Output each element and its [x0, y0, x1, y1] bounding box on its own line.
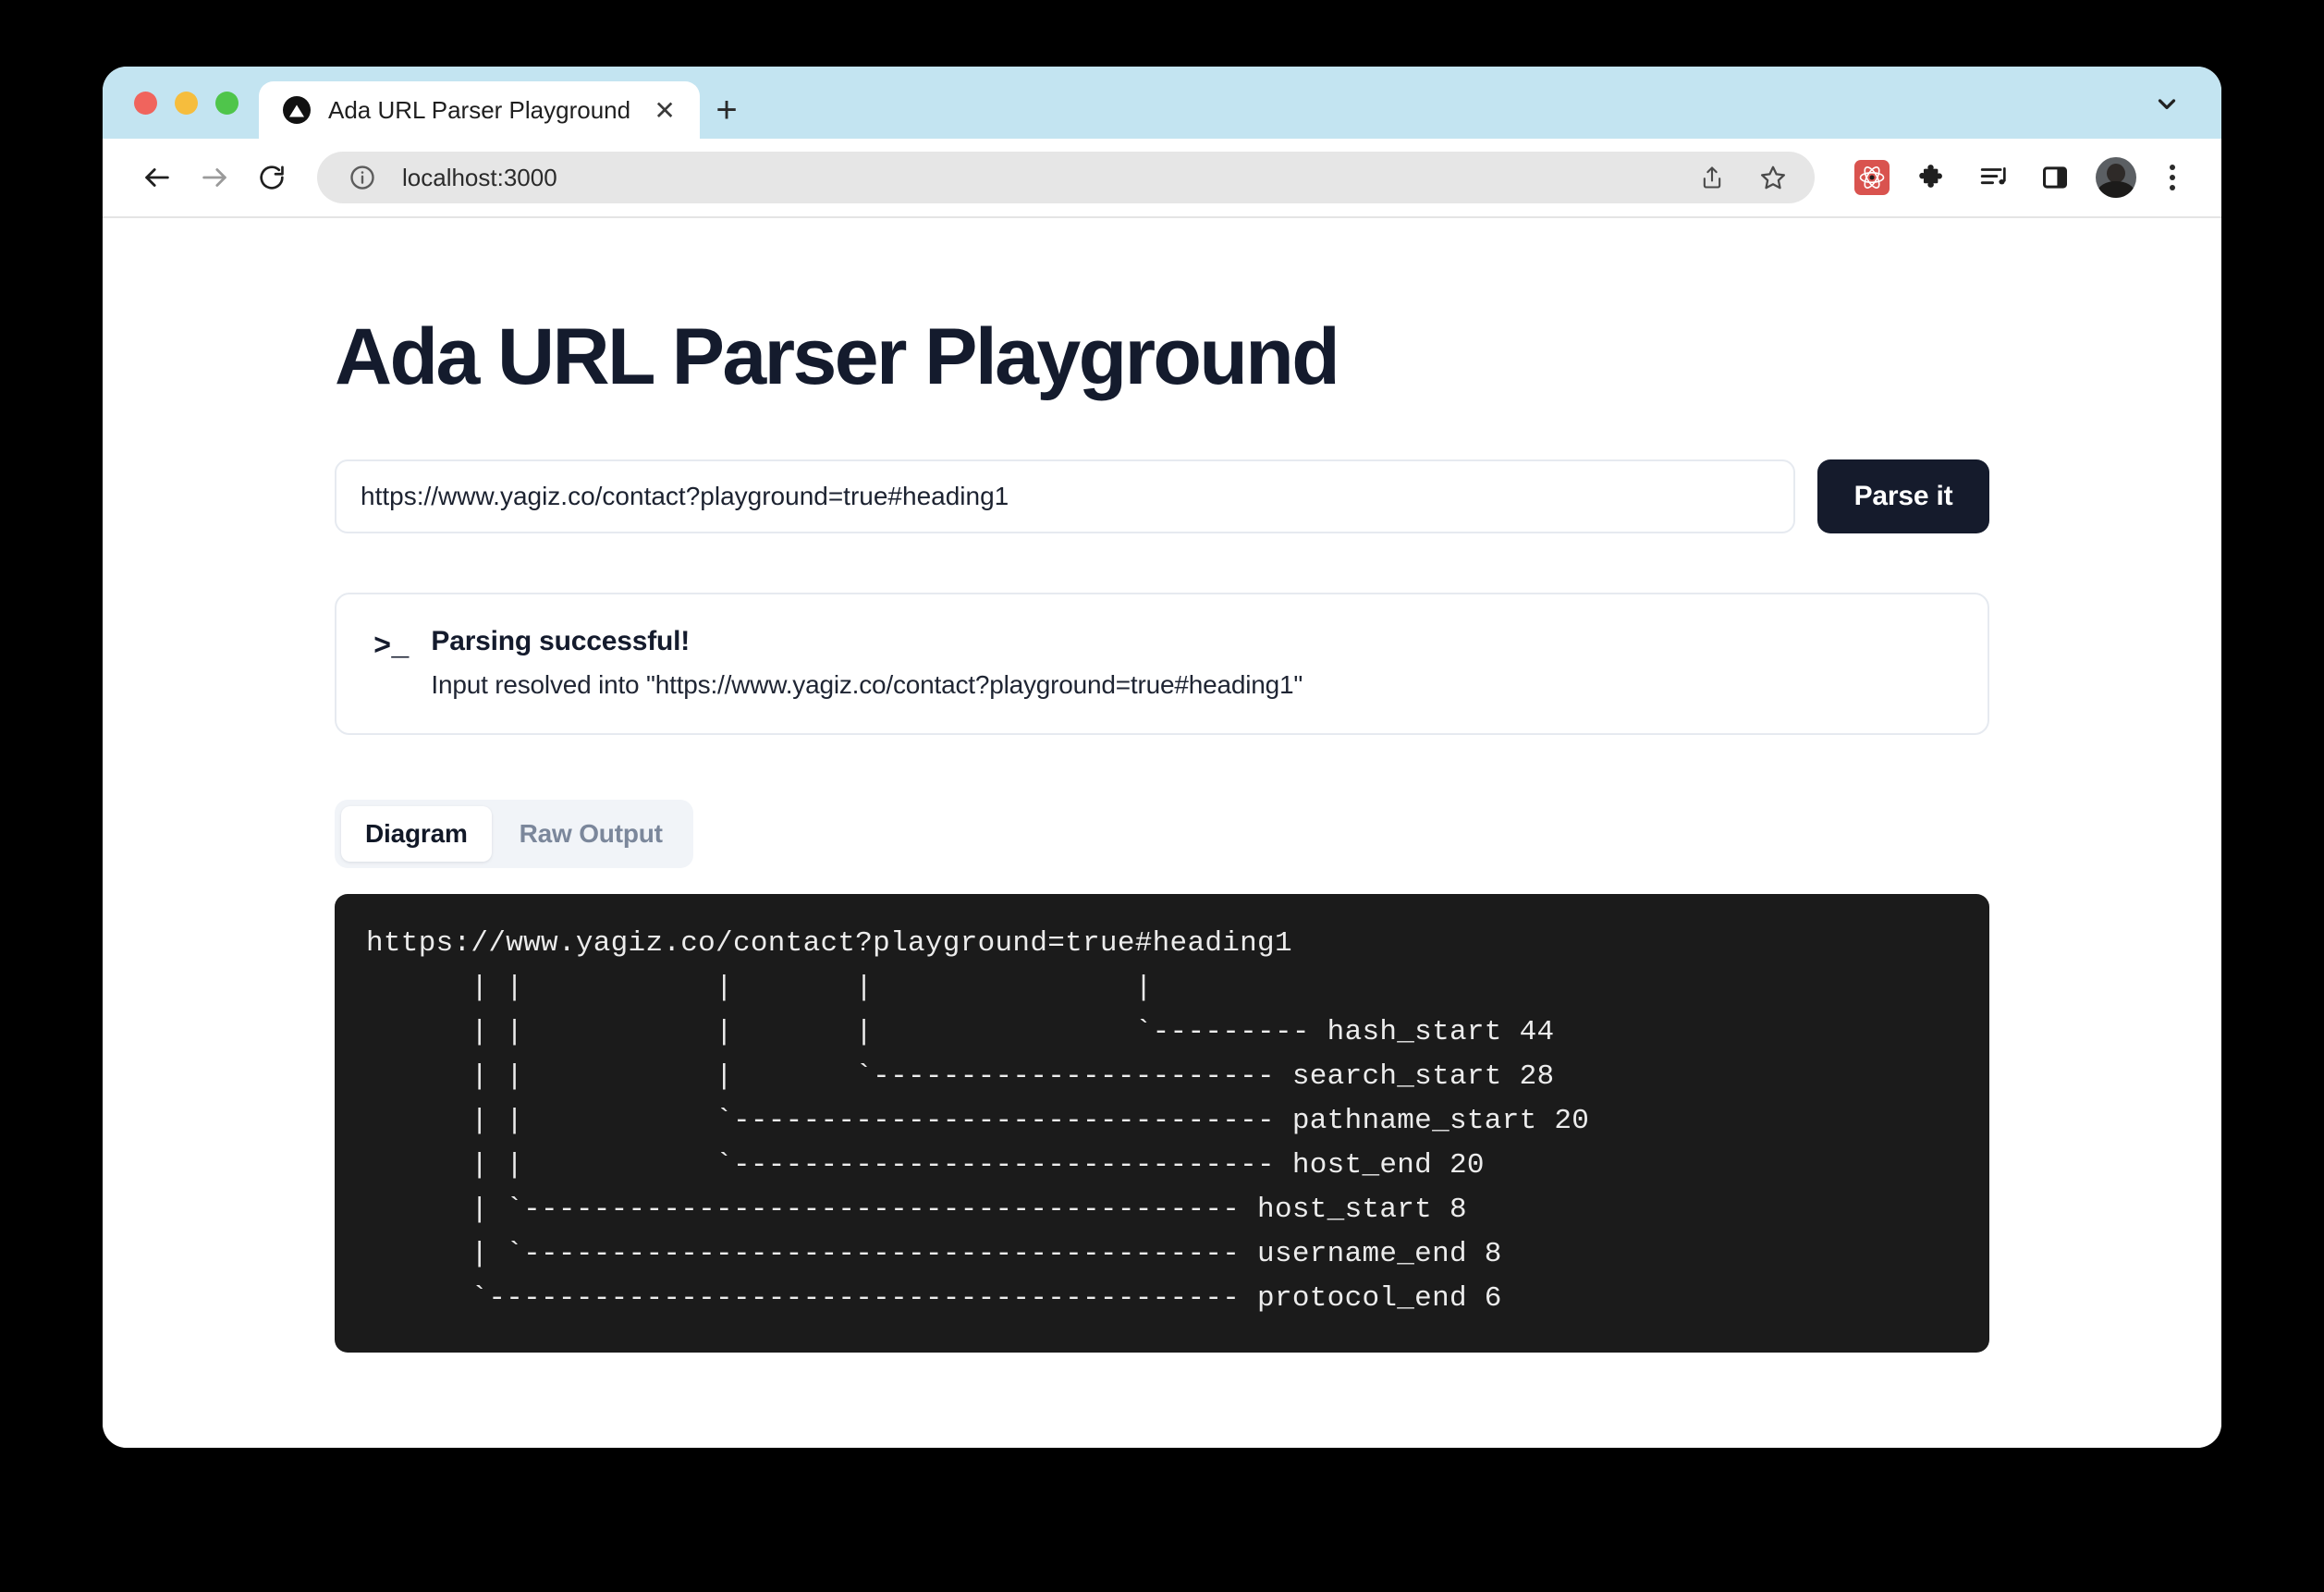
forward-arrow-icon[interactable] [186, 149, 243, 206]
minimize-window-button[interactable] [175, 92, 198, 115]
tab-diagram[interactable]: Diagram [341, 806, 492, 862]
chevron-down-icon[interactable] [2151, 89, 2183, 120]
close-window-button[interactable] [134, 92, 157, 115]
new-tab-button[interactable]: + [700, 81, 753, 139]
window-traffic-lights [123, 67, 259, 139]
triangle-logo-icon [283, 96, 311, 124]
media-playlist-icon[interactable] [1970, 153, 2018, 202]
browser-tab[interactable]: Ada URL Parser Playground ✕ [259, 81, 700, 139]
star-icon[interactable] [1752, 156, 1794, 199]
close-icon[interactable]: ✕ [648, 93, 681, 127]
status-detail: Input resolved into "https://www.yagiz.c… [431, 670, 1951, 700]
url-parse-diagram: https://www.yagiz.co/contact?playground=… [366, 922, 1958, 1321]
terminal-prompt-icon: >_ [373, 626, 409, 700]
browser-tabstrip: Ada URL Parser Playground ✕ + [103, 67, 2221, 139]
page-title: Ada URL Parser Playground [335, 315, 1989, 398]
share-icon[interactable] [1691, 156, 1733, 199]
diagram-panel: https://www.yagiz.co/contact?playground=… [335, 894, 1989, 1353]
puzzle-extensions-icon[interactable] [1909, 153, 1957, 202]
status-title: Parsing successful! [431, 626, 1951, 657]
page-viewport: Ada URL Parser Playground https://www.ya… [103, 218, 2221, 1448]
zoom-window-button[interactable] [215, 92, 239, 115]
output-tabs: Diagram Raw Output [335, 800, 693, 868]
react-devtools-icon[interactable] [1848, 153, 1896, 202]
tab-raw-output[interactable]: Raw Output [495, 806, 687, 862]
reload-icon[interactable] [243, 149, 300, 206]
url-input[interactable]: https://www.yagiz.co/contact?playground=… [335, 459, 1795, 533]
address-bar[interactable]: localhost:3000 [317, 152, 1815, 203]
avatar[interactable] [2092, 153, 2140, 202]
side-panel-icon[interactable] [2031, 153, 2079, 202]
back-arrow-icon[interactable] [128, 149, 186, 206]
browser-tab-title: Ada URL Parser Playground [328, 96, 630, 125]
parse-button[interactable]: Parse it [1817, 459, 1989, 533]
kebab-menu-icon[interactable] [2151, 156, 2194, 199]
info-circle-icon[interactable] [341, 156, 384, 199]
browser-toolbar: localhost:3000 [103, 139, 2221, 218]
url-input-row: https://www.yagiz.co/contact?playground=… [335, 459, 1989, 533]
browser-window: Ada URL Parser Playground ✕ + localhost:… [103, 67, 2221, 1448]
status-card: >_ Parsing successful! Input resolved in… [335, 593, 1989, 735]
address-bar-url[interactable]: localhost:3000 [402, 164, 1672, 192]
